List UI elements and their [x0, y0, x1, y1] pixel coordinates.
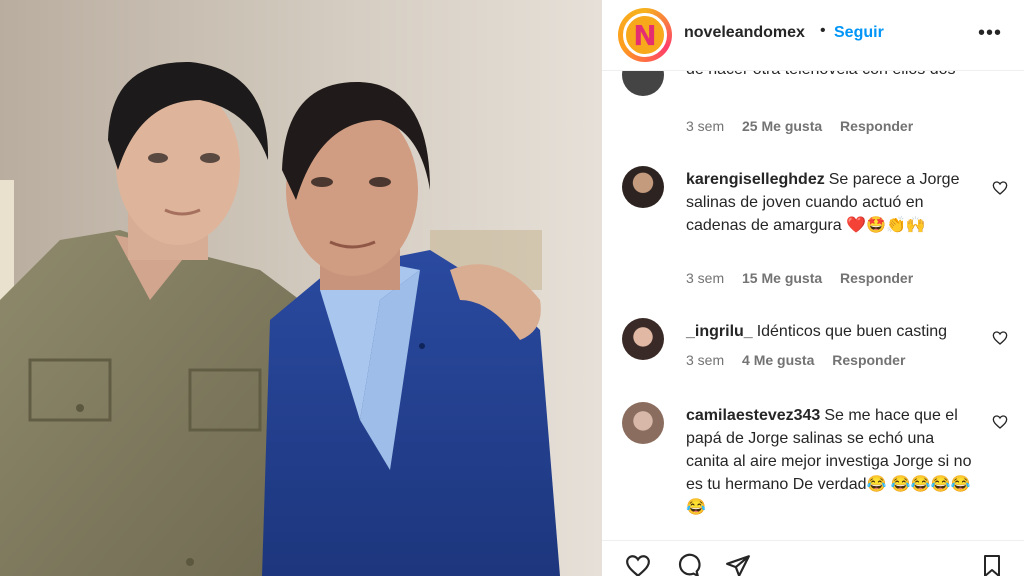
comment-icon[interactable]	[674, 553, 702, 576]
comment-likes[interactable]: 4 Me gusta	[742, 352, 814, 368]
like-comment-heart-icon[interactable]	[992, 330, 1008, 346]
post-header: N noveleandomex • Seguir •••	[602, 0, 1024, 71]
like-comment-heart-icon[interactable]	[992, 180, 1008, 196]
share-icon[interactable]	[724, 553, 752, 576]
comment-body: Idénticos que buen casting	[756, 323, 948, 340]
more-options-icon[interactable]: •••	[978, 22, 1002, 45]
comment-text: camilaestevez343 Se me hace que el papá d…	[686, 404, 976, 519]
post-photo[interactable]	[0, 0, 602, 576]
account-username[interactable]: noveleandomex	[684, 24, 805, 42]
follow-button[interactable]: Seguir	[834, 24, 884, 42]
post-sidebar: N noveleandomex • Seguir ••• de hacer ot…	[602, 0, 1024, 576]
action-bar	[602, 540, 1024, 576]
comments-list: de hacer otra telenovela con ellos dos 3…	[602, 70, 1024, 540]
commenter-avatar[interactable]	[622, 70, 664, 96]
commenter-avatar[interactable]	[622, 402, 664, 444]
comment-likes[interactable]: 25 Me gusta	[742, 118, 822, 134]
comment-text: _ingrilu_ Idénticos que buen casting	[686, 320, 976, 343]
reply-button[interactable]: Responder	[840, 270, 913, 286]
reply-button[interactable]: Responder	[832, 352, 905, 368]
account-logo-letter: N	[623, 13, 667, 57]
commenter-username[interactable]: karengiselleghdez	[686, 171, 825, 188]
commenter-username[interactable]: _ingrilu_	[686, 323, 753, 340]
commenter-avatar[interactable]	[622, 166, 664, 208]
comment-time[interactable]: 3 sem	[686, 270, 724, 286]
comment-time[interactable]: 3 sem	[686, 352, 724, 368]
comment-time[interactable]: 3 sem	[686, 118, 724, 134]
heart-icon[interactable]	[624, 553, 652, 576]
commenter-avatar[interactable]	[622, 318, 664, 360]
comment-body: de hacer otra telenovela con ellos dos	[686, 70, 956, 78]
separator-dot: •	[820, 22, 826, 39]
comment-likes[interactable]: 15 Me gusta	[742, 270, 822, 286]
reply-button[interactable]: Responder	[840, 118, 913, 134]
like-comment-heart-icon[interactable]	[992, 414, 1008, 430]
commenter-username[interactable]: camilaestevez343	[686, 407, 820, 424]
comment-text: de hacer otra telenovela con ellos dos	[686, 70, 976, 81]
post-image	[0, 0, 602, 576]
account-avatar[interactable]: N	[618, 8, 672, 62]
bookmark-icon[interactable]	[980, 553, 1004, 576]
comment-meta: 3 sem 25 Me gusta Responder	[686, 118, 927, 134]
comment-text: karengiselleghdez Se parece a Jorge salin…	[686, 168, 976, 237]
comment-meta: 3 sem 15 Me gusta Responder	[686, 270, 927, 286]
comment-meta: 3 sem 4 Me gusta Responder	[686, 352, 919, 368]
